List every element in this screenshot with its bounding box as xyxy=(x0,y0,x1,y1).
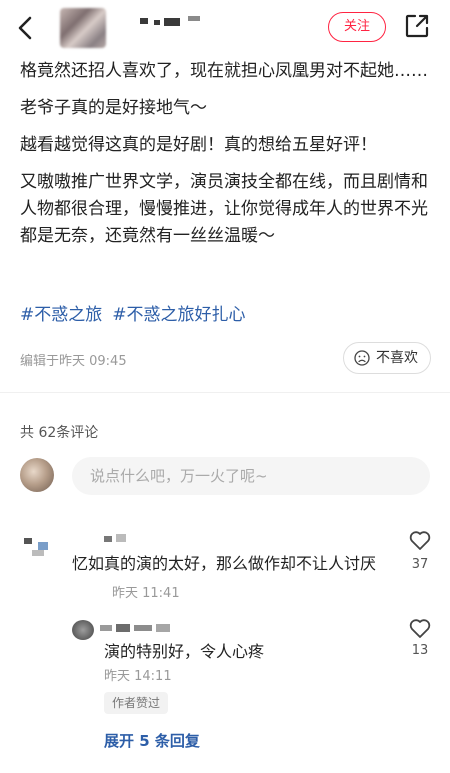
author-liked-badge: 作者赞过 xyxy=(104,692,169,714)
tag-link[interactable]: #不惑之旅好扎心 xyxy=(112,305,245,325)
dislike-button[interactable]: 不喜欢 xyxy=(343,342,431,374)
heart-icon[interactable] xyxy=(408,616,432,640)
post-paragraph: 格竟然还招人喜欢了，现在就担心凤凰男对不起她…… xyxy=(20,61,428,81)
follow-button[interactable]: 关注 xyxy=(328,12,386,42)
heart-icon[interactable] xyxy=(408,528,432,552)
comment-count: 共 62条评论 xyxy=(20,425,99,441)
post-tags: #不惑之旅 #不惑之旅好扎心 xyxy=(20,300,256,325)
edit-timestamp: 编辑于昨天 09:45 xyxy=(20,354,127,369)
post-paragraph: 越看越觉得这真的是好剧！真的想给五星好评！ xyxy=(20,135,377,155)
top-bar: 关注 xyxy=(0,0,450,56)
comment-text: 忆如真的演的太好，那么做作却不让人讨厌 xyxy=(72,554,377,573)
comment-time: 昨天 11:41 xyxy=(112,586,180,601)
current-user-avatar xyxy=(20,458,54,492)
like-count: 13 xyxy=(411,643,429,658)
reply-author-name-obscured[interactable] xyxy=(100,622,174,634)
commenter-name-obscured[interactable] xyxy=(104,534,126,544)
post-body: 格竟然还招人喜欢了，现在就担心凤凰男对不起她…… 老爷子真的是好接地气～ 越看越… xyxy=(20,58,435,260)
commenter-avatar[interactable] xyxy=(24,538,48,558)
author-avatar[interactable] xyxy=(60,8,106,48)
reply-text: 演的特别好，令人心疼 xyxy=(104,642,265,661)
post-paragraph: 又嗷嗷推广世界文学，演员演技全都在线，而且剧情和人物都很合理，慢慢推进，让你觉得… xyxy=(20,172,428,246)
dislike-label: 不喜欢 xyxy=(376,350,418,366)
reply-time: 昨天 14:11 xyxy=(104,669,172,684)
post-paragraph: 老爷子真的是好接地气～ xyxy=(20,98,207,118)
sad-face-icon xyxy=(354,350,370,366)
comment-input[interactable]: 说点什么吧，万一火了呢~ xyxy=(72,457,430,495)
expand-replies-link[interactable]: 展开 5 条回复 xyxy=(104,730,200,751)
back-icon[interactable] xyxy=(12,14,40,42)
tag-link[interactable]: #不惑之旅 xyxy=(20,305,102,325)
share-icon[interactable] xyxy=(404,13,430,39)
like-count: 37 xyxy=(411,557,429,572)
author-name-obscured[interactable] xyxy=(136,16,206,28)
reply-avatar[interactable] xyxy=(72,620,94,640)
divider xyxy=(0,392,450,393)
